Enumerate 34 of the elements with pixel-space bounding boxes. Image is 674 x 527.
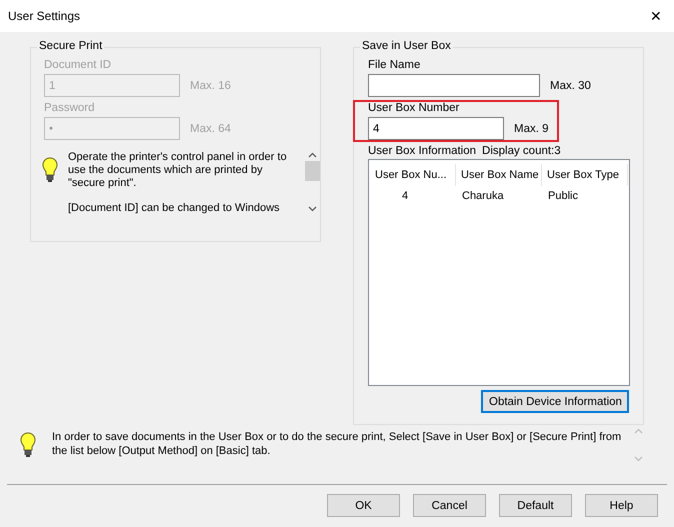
scroll-down-icon[interactable] — [308, 206, 316, 212]
max-length-label: Max. 16 — [190, 80, 231, 92]
field-label: Password — [44, 102, 94, 114]
info-label: User Box Information — [368, 145, 476, 157]
help-button[interactable]: Help — [585, 494, 658, 517]
table-cell-text: Charuka — [461, 189, 505, 204]
scroll-up-icon[interactable] — [308, 152, 316, 158]
column-header[interactable]: User Box Nu... — [370, 164, 456, 186]
window-title: User Settings — [8, 9, 80, 23]
hint-text: Operate the printer's control panel in order to use the documents which are printed by "secure print". — [68, 151, 288, 190]
field-label: File Name — [368, 59, 420, 71]
table-cell-text: 4 — [401, 189, 410, 204]
table-cell-text: Public — [547, 189, 579, 204]
light-bulb-icon — [20, 432, 36, 458]
default-button[interactable]: Default — [499, 494, 572, 517]
input-field[interactable] — [368, 74, 540, 97]
ok-button[interactable]: OK — [327, 494, 400, 517]
column-header[interactable]: User Box Type — [542, 164, 628, 186]
cancel-button[interactable]: Cancel — [413, 494, 486, 517]
obtain-info-button[interactable]: Obtain Device Information — [481, 390, 629, 413]
display-count: Display count:3 — [482, 145, 561, 157]
close-button[interactable]: ✕ — [648, 8, 664, 24]
max-length-label: Max. 64 — [190, 122, 231, 134]
max-length-label: Max. 9 — [514, 122, 549, 134]
group-title: Secure Print — [37, 40, 104, 52]
input-field[interactable]: 4 — [368, 117, 504, 140]
max-length-label: Max. 30 — [550, 80, 591, 92]
hint-text: [Document ID] can be changed to Windows — [68, 202, 281, 215]
field-label: User Box Number — [368, 102, 460, 114]
light-bulb-icon — [42, 157, 58, 183]
hint-text: In order to save documents in the User Box or to do the secure print, Select [Save in User Box] or [Secure Print] from the list below [Output Method] on [Basic] tab. — [52, 430, 622, 458]
field-label: Document ID — [44, 59, 112, 71]
group-title: Save in User Box — [360, 40, 453, 52]
column-header[interactable]: User Box Name — [456, 164, 542, 186]
